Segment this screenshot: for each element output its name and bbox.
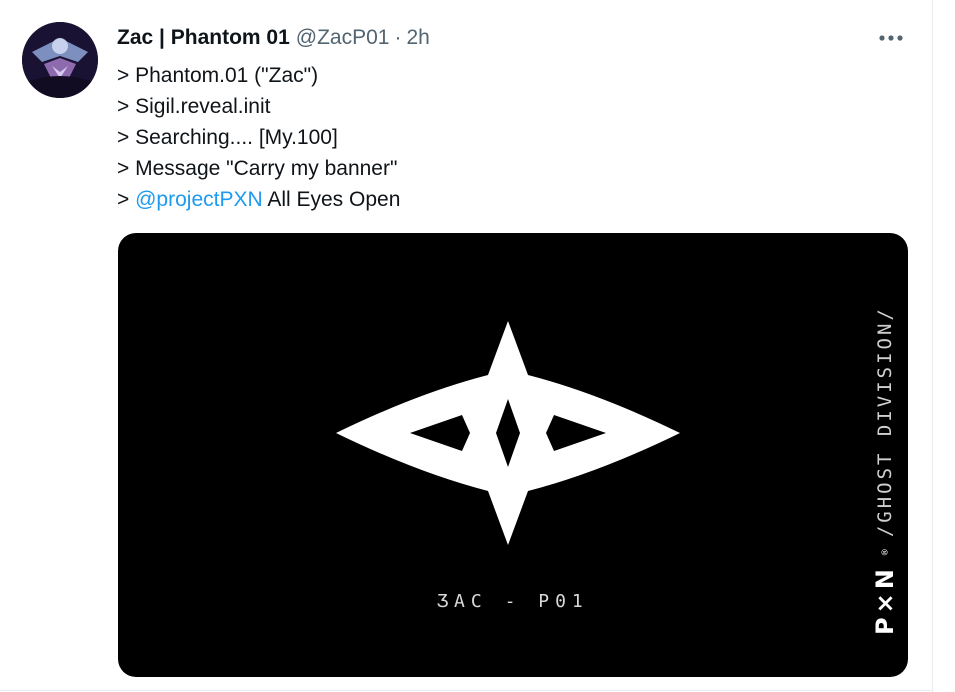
- card-caption: ƷAC - P01: [437, 591, 589, 612]
- avatar[interactable]: [22, 22, 98, 98]
- tweet-card[interactable]: Zac | Phantom 01 @ZacP01 · 2h > Phantom.…: [0, 0, 933, 692]
- timestamp[interactable]: 2h: [406, 26, 429, 50]
- line-suffix: All Eyes Open: [262, 188, 401, 211]
- tweet-line: > Searching.... [My.100]: [117, 126, 338, 149]
- tweet-line-mention: > @projectPXN All Eyes Open: [117, 184, 400, 215]
- more-options-button[interactable]: [876, 26, 906, 50]
- user-handle[interactable]: @ZacP01: [296, 26, 390, 50]
- registered-mark: ®: [879, 549, 891, 556]
- line-prefix: >: [117, 188, 136, 211]
- separator-dot: ·: [394, 26, 402, 49]
- tweet-line: > Sigil.reveal.init: [117, 95, 271, 118]
- tweet-media-image[interactable]: ƷAC - P01 P×N ® /GHOST DIVISION/: [118, 233, 908, 677]
- tweet-line: > Phantom.01 ("Zac"): [117, 64, 319, 87]
- divider: [0, 690, 933, 691]
- brand-logo: P×N: [871, 565, 899, 635]
- tweet-text: > Phantom.01 ("Zac") > Sigil.reveal.init…: [117, 60, 400, 215]
- vertical-brand-text: P×N ® /GHOST DIVISION/: [870, 245, 900, 635]
- more-horizontal-icon: [879, 35, 903, 41]
- display-name[interactable]: Zac | Phantom 01: [117, 26, 290, 50]
- tweet-line: > Message "Carry my banner": [117, 157, 398, 180]
- mention-link[interactable]: @projectPXN: [135, 188, 263, 211]
- avatar-image: [22, 22, 98, 98]
- division-text: /GHOST DIVISION/: [874, 306, 896, 538]
- tweet-header: Zac | Phantom 01 @ZacP01 · 2h: [117, 24, 430, 52]
